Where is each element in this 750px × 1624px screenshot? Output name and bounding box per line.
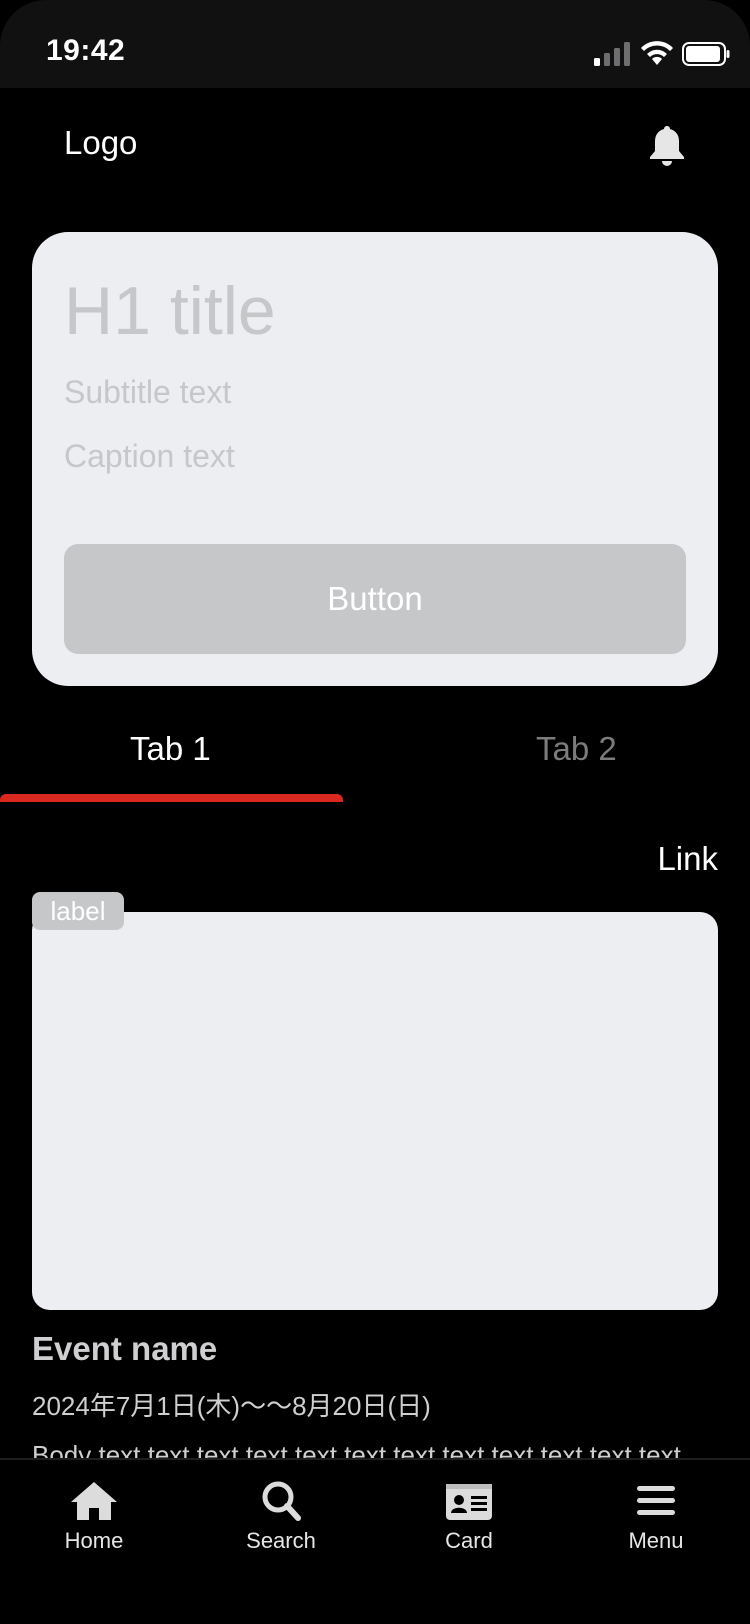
app-screen: 19:42 Logo H1 title Subtitle text Captio… — [0, 0, 750, 1624]
bell-icon[interactable] — [646, 124, 688, 168]
hero-caption: Caption text — [64, 438, 235, 474]
nav-label-card: Card — [445, 1528, 493, 1553]
hero-subtitle: Subtitle text — [64, 374, 232, 410]
home-icon — [71, 1482, 117, 1520]
nav-item-home[interactable]: Home — [34, 1480, 154, 1554]
nav-item-menu[interactable]: Menu — [596, 1480, 716, 1554]
nav-label-home: Home — [64, 1528, 124, 1553]
hero-title: H1 title — [64, 273, 276, 349]
wifi-icon — [641, 41, 673, 65]
event-image-placeholder[interactable] — [32, 912, 718, 1310]
tab-2[interactable]: Tab 2 — [536, 730, 617, 768]
card-icon — [446, 1484, 492, 1520]
tab-1[interactable]: Tab 1 — [130, 730, 211, 768]
cellular-signal-icon — [594, 42, 630, 66]
hero-button[interactable]: Button — [64, 544, 686, 654]
nav-label-search: Search — [246, 1528, 316, 1553]
active-tab-indicator — [0, 794, 343, 802]
status-time: 19:42 — [46, 34, 126, 67]
bottom-navigation: Home Search Card Menu — [0, 1458, 750, 1624]
battery-icon — [682, 42, 730, 66]
menu-icon — [637, 1486, 675, 1515]
event-name[interactable]: Event name — [32, 1330, 217, 1368]
status-bar: 19:42 — [0, 0, 750, 88]
app-logo[interactable]: Logo — [64, 124, 137, 162]
nav-label-menu: Menu — [628, 1528, 684, 1553]
link[interactable]: Link — [657, 840, 718, 878]
event-label-badge: label — [32, 892, 124, 930]
nav-item-search[interactable]: Search — [221, 1480, 341, 1554]
nav-item-card[interactable]: Card — [409, 1480, 529, 1554]
search-icon — [262, 1481, 301, 1521]
event-date: 2024年7月1日(木)〜〜8月20日(日) — [32, 1391, 431, 1421]
hero-card: H1 title Subtitle text Caption text Butt… — [32, 232, 718, 686]
